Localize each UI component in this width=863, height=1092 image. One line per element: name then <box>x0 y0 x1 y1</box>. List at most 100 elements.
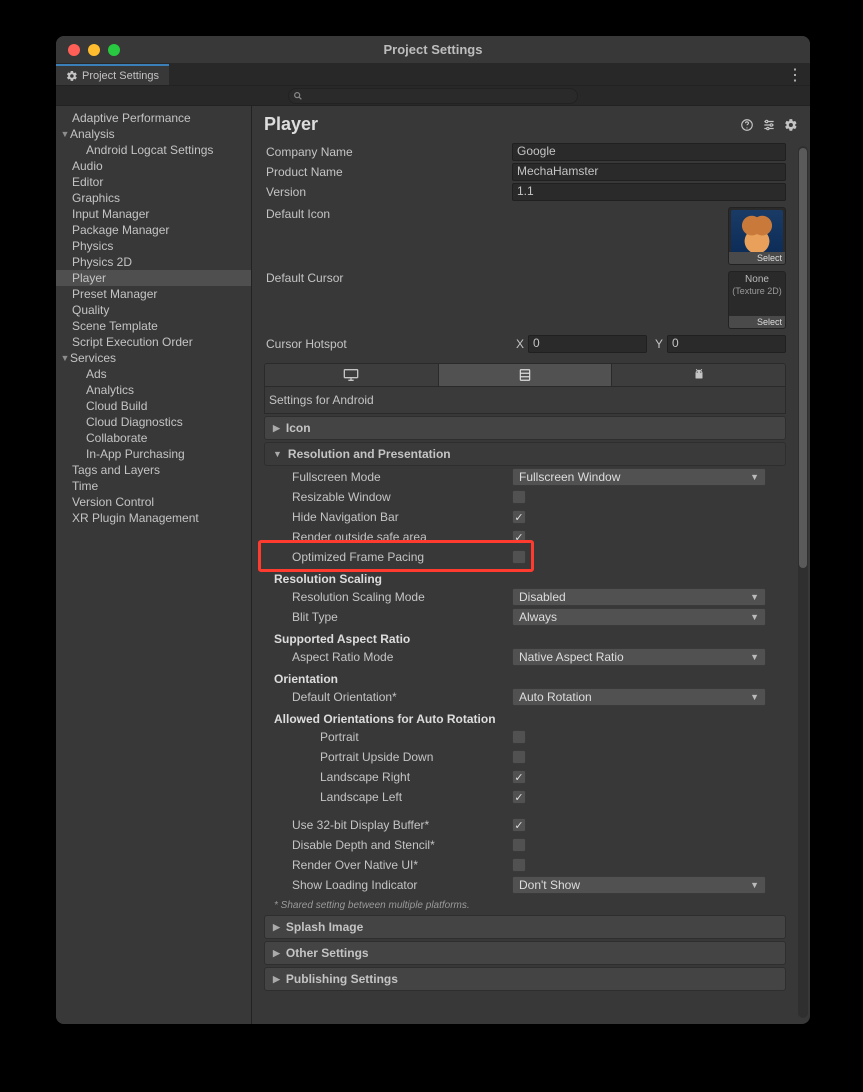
sidebar-item-audio[interactable]: Audio <box>56 158 251 174</box>
sidebar-item-version-control[interactable]: Version Control <box>56 494 251 510</box>
sidebar-item-android-logcat-settings[interactable]: Android Logcat Settings <box>56 142 251 158</box>
resolution-scaling-mode-dropdown[interactable]: Disabled▼ <box>512 588 766 606</box>
sidebar-item-editor[interactable]: Editor <box>56 174 251 190</box>
sidebar-item-label: Time <box>72 479 98 493</box>
sidebar-item-cloud-build[interactable]: Cloud Build <box>56 398 251 414</box>
sidebar-item-tags-and-layers[interactable]: Tags and Layers <box>56 462 251 478</box>
fold-splash-image[interactable]: ▶ Splash Image <box>264 915 786 939</box>
product-name-input[interactable]: MechaHamster <box>512 163 786 181</box>
sidebar-item-label: Quality <box>72 303 109 317</box>
help-icon[interactable] <box>740 118 754 132</box>
sidebar-item-scene-template[interactable]: Scene Template <box>56 318 251 334</box>
sidebar-item-cloud-diagnostics[interactable]: Cloud Diagnostics <box>56 414 251 430</box>
platform-tab-dedicated[interactable] <box>439 364 613 386</box>
fold-other-settings[interactable]: ▶ Other Settings <box>264 941 786 965</box>
settings-gear-icon[interactable] <box>784 118 798 132</box>
fold-splash-label: Splash Image <box>286 920 363 934</box>
sidebar-item-player[interactable]: Player <box>56 270 251 286</box>
android-icon <box>692 368 706 382</box>
cursor-hotspot-label: Cursor Hotspot <box>264 337 512 351</box>
x-label: X <box>512 337 524 351</box>
render-outside-safe-area-checkbox[interactable]: ✓ <box>512 530 526 544</box>
fold-icon[interactable]: ▶ Icon <box>264 416 786 440</box>
tab-menu-button[interactable]: ⋮ <box>786 64 804 85</box>
hotspot-y-input[interactable]: 0 <box>667 335 786 353</box>
server-icon <box>518 368 532 382</box>
default-orientation-dropdown[interactable]: Auto Rotation▼ <box>512 688 766 706</box>
sidebar-item-analysis[interactable]: ▼Analysis <box>56 126 251 142</box>
sidebar-item-label: Audio <box>72 159 103 173</box>
use-32bit-buffer-checkbox[interactable]: ✓ <box>512 818 526 832</box>
scrollbar-thumb[interactable] <box>799 148 807 568</box>
disable-depth-stencil-checkbox[interactable] <box>512 838 526 852</box>
portrait-checkbox[interactable] <box>512 730 526 744</box>
sidebar-item-label: Input Manager <box>72 207 149 221</box>
sidebar-item-label: In-App Purchasing <box>86 447 185 461</box>
vertical-scrollbar[interactable] <box>798 146 808 1018</box>
project-settings-window: Project Settings Project Settings ⋮ Adap… <box>56 36 810 1024</box>
sidebar-item-time[interactable]: Time <box>56 478 251 494</box>
blit-type-dropdown[interactable]: Always▼ <box>512 608 766 626</box>
sidebar-item-package-manager[interactable]: Package Manager <box>56 222 251 238</box>
resolution-scaling-mode-label: Resolution Scaling Mode <box>264 590 512 604</box>
sidebar-item-in-app-purchasing[interactable]: In-App Purchasing <box>56 446 251 462</box>
sidebar-item-collaborate[interactable]: Collaborate <box>56 430 251 446</box>
company-name-label: Company Name <box>264 145 512 159</box>
sidebar-item-label: Analysis <box>70 127 115 141</box>
triangle-down-icon: ▼ <box>273 449 282 459</box>
render-over-native-ui-checkbox[interactable] <box>512 858 526 872</box>
select-cursor-button[interactable]: Select <box>729 316 785 328</box>
search-input[interactable] <box>288 88 578 104</box>
sidebar-item-physics-2d[interactable]: Physics 2D <box>56 254 251 270</box>
sidebar-item-xr-plugin-management[interactable]: XR Plugin Management <box>56 510 251 526</box>
platform-tab-android[interactable] <box>612 364 785 386</box>
fold-resolution[interactable]: ▼ Resolution and Presentation <box>264 442 786 466</box>
sidebar-item-adaptive-performance[interactable]: Adaptive Performance <box>56 110 251 126</box>
fullscreen-mode-dropdown[interactable]: Fullscreen Window▼ <box>512 468 766 486</box>
sidebar-item-quality[interactable]: Quality <box>56 302 251 318</box>
y-label: Y <box>651 337 663 351</box>
tab-project-settings[interactable]: Project Settings <box>56 64 169 85</box>
landscape-right-checkbox[interactable]: ✓ <box>512 770 526 784</box>
platform-tab-standalone[interactable] <box>265 364 439 386</box>
aspect-ratio-mode-dropdown[interactable]: Native Aspect Ratio▼ <box>512 648 766 666</box>
version-input[interactable]: 1.1 <box>512 183 786 201</box>
sidebar: Adaptive Performance▼AnalysisAndroid Log… <box>56 106 252 1024</box>
presets-icon[interactable] <box>762 118 776 132</box>
hotspot-x-input[interactable]: 0 <box>528 335 647 353</box>
sidebar-item-label: Collaborate <box>86 431 147 445</box>
sidebar-item-label: Editor <box>72 175 103 189</box>
portrait-upside-down-checkbox[interactable] <box>512 750 526 764</box>
show-loading-indicator-dropdown[interactable]: Don't Show▼ <box>512 876 766 894</box>
resizable-window-checkbox[interactable] <box>512 490 526 504</box>
hide-navigation-bar-checkbox[interactable]: ✓ <box>512 510 526 524</box>
optimized-frame-pacing-checkbox[interactable] <box>512 550 526 564</box>
company-name-input[interactable]: Google <box>512 143 786 161</box>
triangle-right-icon: ▶ <box>273 974 280 985</box>
gear-icon <box>66 70 78 82</box>
content-header: Player <box>252 106 810 139</box>
caret-down-icon: ▼ <box>60 353 70 363</box>
sidebar-item-ads[interactable]: Ads <box>56 366 251 382</box>
sidebar-item-label: Preset Manager <box>72 287 157 301</box>
sidebar-item-services[interactable]: ▼Services <box>56 350 251 366</box>
default-icon-well[interactable]: Select <box>728 207 786 265</box>
fold-publishing-settings[interactable]: ▶ Publishing Settings <box>264 967 786 991</box>
select-icon-button[interactable]: Select <box>729 252 785 264</box>
sidebar-item-physics[interactable]: Physics <box>56 238 251 254</box>
hide-navigation-bar-label: Hide Navigation Bar <box>264 510 512 524</box>
sidebar-item-graphics[interactable]: Graphics <box>56 190 251 206</box>
default-cursor-well[interactable]: None (Texture 2D) Select <box>728 271 786 329</box>
landscape-left-label: Landscape Left <box>264 790 512 804</box>
searchbar <box>56 86 810 106</box>
sidebar-item-analytics[interactable]: Analytics <box>56 382 251 398</box>
sidebar-item-label: Physics 2D <box>72 255 132 269</box>
landscape-left-checkbox[interactable]: ✓ <box>512 790 526 804</box>
content-scroll[interactable]: Company Name Google Product Name MechaHa… <box>252 139 810 1024</box>
sidebar-item-script-execution-order[interactable]: Script Execution Order <box>56 334 251 350</box>
default-orientation-label: Default Orientation* <box>264 690 512 704</box>
sidebar-item-preset-manager[interactable]: Preset Manager <box>56 286 251 302</box>
titlebar: Project Settings <box>56 36 810 64</box>
sidebar-item-input-manager[interactable]: Input Manager <box>56 206 251 222</box>
content: Player Company Name Google <box>252 106 810 1024</box>
